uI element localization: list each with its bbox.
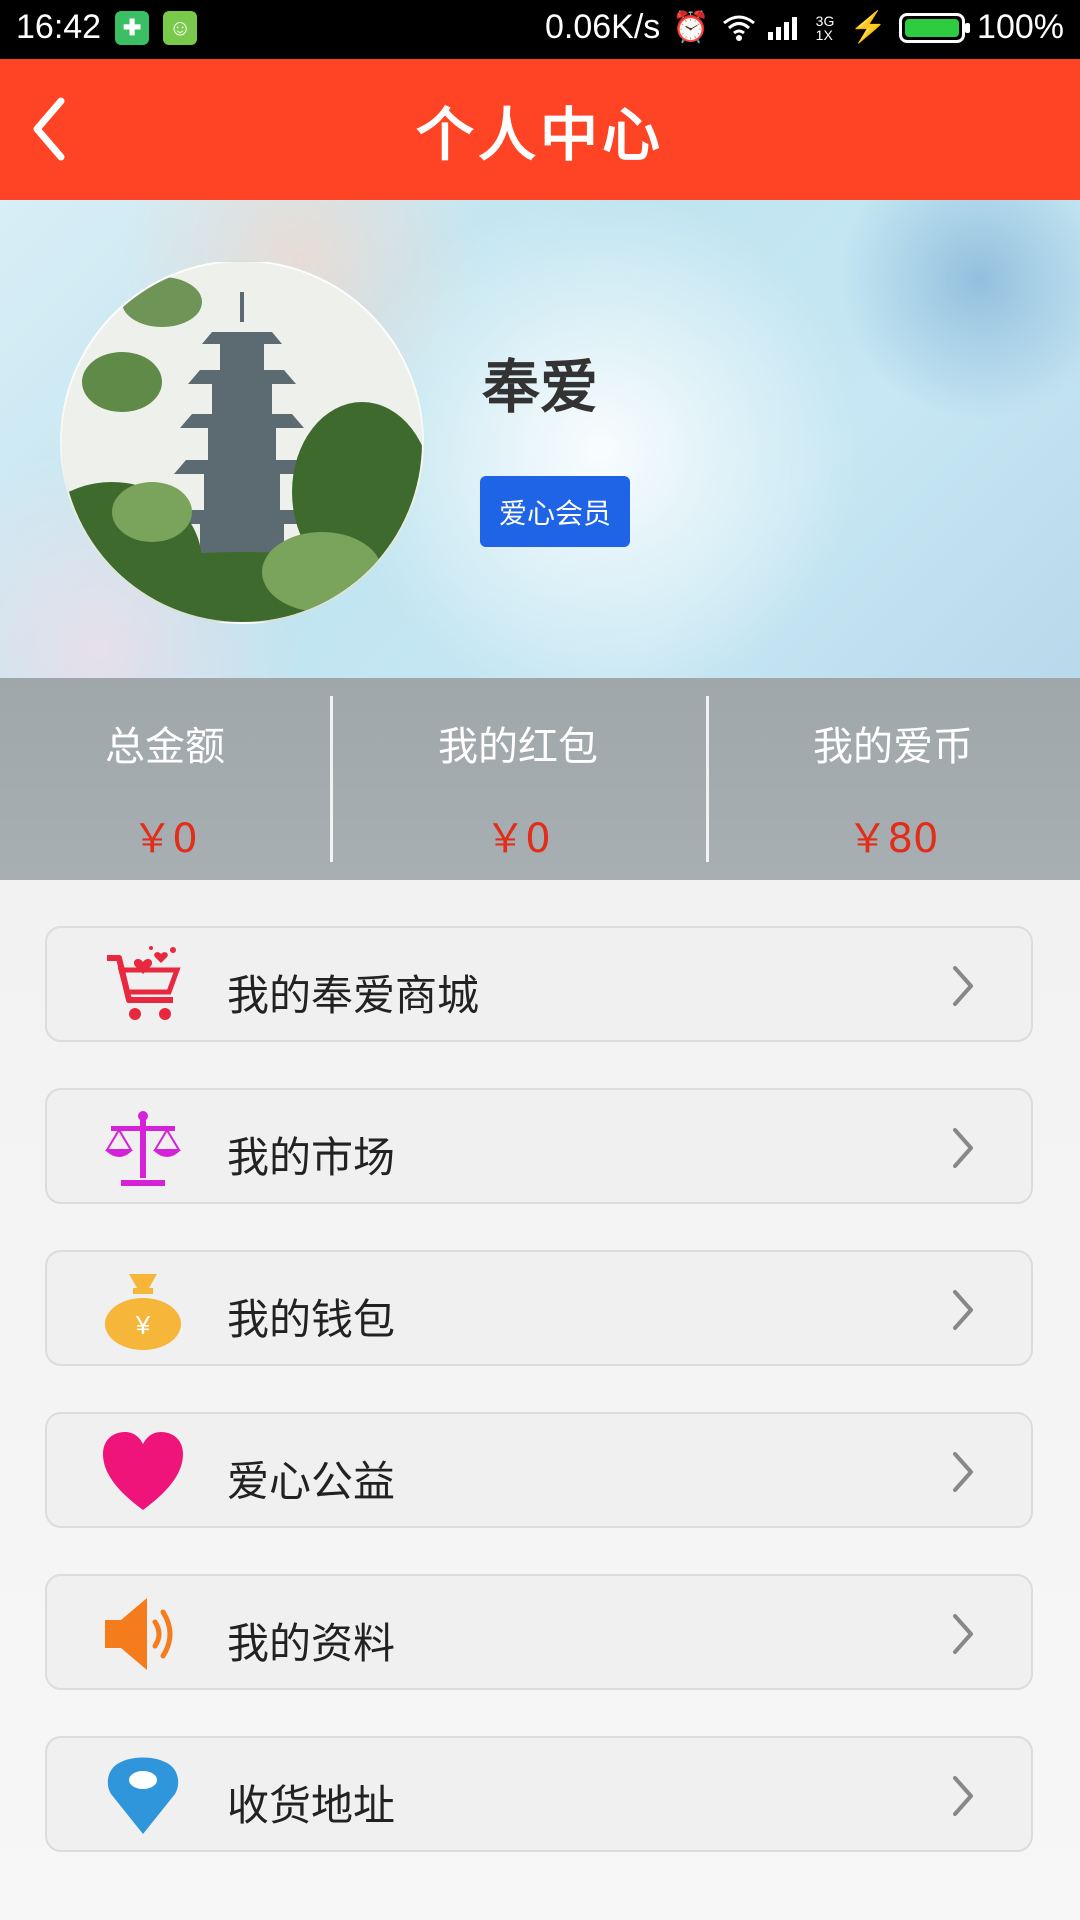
member-badge[interactable]: 爱心会员 [480, 476, 630, 547]
battery-level: 100% [977, 8, 1064, 46]
stats-bar: 总金额 ￥0 我的红包 ￥0 我的爱币 ￥80 [0, 678, 1080, 880]
chevron-left-icon [33, 97, 65, 161]
menu-list: 我的奉爱商城 我的市场 ¥ 我的钱包 爱心公益 我的资料 收货地址 [0, 880, 1080, 1920]
menu-item-profile[interactable]: 我的资料 [45, 1574, 1033, 1690]
chevron-right-icon [953, 1776, 973, 1816]
status-right: 0.06K/s ⏰ 3G 1X ⚡ 100% [545, 8, 1064, 47]
avatar-image [62, 262, 422, 622]
stat-value: ￥80 [847, 816, 939, 862]
battery-icon [899, 12, 971, 43]
chevron-right-icon [953, 1290, 973, 1330]
menu-label: 收货地址 [227, 1781, 396, 1830]
stat-label: 我的红包 [438, 724, 598, 770]
shield-icon: ✚ [115, 10, 150, 45]
alarm-icon: ⏰ [672, 11, 710, 44]
scale-icon [105, 1111, 181, 1186]
svg-text:¥: ¥ [135, 1310, 151, 1340]
back-button[interactable] [14, 89, 84, 169]
stat-value: ￥0 [485, 816, 551, 862]
menu-item-market[interactable]: 我的市场 [45, 1088, 1033, 1204]
charging-icon: ⚡ [849, 11, 888, 44]
menu-item-charity[interactable]: 爱心公益 [45, 1412, 1033, 1528]
stat-divider [330, 696, 333, 862]
network-speed: 0.06K/s [545, 8, 661, 46]
menu-label: 爱心公益 [227, 1457, 396, 1506]
status-bar: 16:42 ✚ ☺ 0.06K/s ⏰ 3G 1X ⚡ 100% [0, 0, 1080, 59]
android-icon: ☺ [163, 10, 198, 45]
shopping-cart-icon [107, 946, 181, 1020]
menu-label: 我的市场 [227, 1133, 396, 1182]
stat-total-amount[interactable]: 总金额 ￥0 [0, 678, 330, 880]
app-header: 个人中心 [0, 59, 1080, 200]
status-time: 16:42 [16, 8, 102, 46]
chevron-right-icon [953, 966, 973, 1006]
stat-red-packet[interactable]: 我的红包 ￥0 [330, 678, 706, 880]
heart-icon [103, 1432, 183, 1510]
menu-label: 我的奉爱商城 [227, 971, 480, 1020]
stat-label: 我的爱币 [813, 724, 973, 770]
cell-signal-icon [767, 16, 797, 40]
stat-value: ￥0 [132, 816, 198, 862]
menu-label: 我的钱包 [227, 1295, 396, 1344]
menu-item-wallet[interactable]: ¥ 我的钱包 [45, 1250, 1033, 1366]
stat-label: 总金额 [105, 724, 225, 770]
stat-divider [706, 696, 709, 862]
network-type: 3G 1X [815, 12, 835, 43]
menu-item-address[interactable]: 收货地址 [45, 1736, 1033, 1852]
menu-item-mall[interactable]: 我的奉爱商城 [45, 926, 1033, 1042]
speaker-icon [105, 1598, 173, 1670]
menu-label: 我的资料 [227, 1619, 396, 1668]
wifi-icon [722, 15, 755, 41]
profile-banner: 奉爱 爱心会员 [0, 200, 1080, 678]
page-title: 个人中心 [415, 100, 664, 169]
chevron-right-icon [953, 1128, 973, 1168]
avatar[interactable] [60, 260, 424, 624]
location-pin-icon [107, 1757, 179, 1834]
user-name: 奉爱 [482, 353, 599, 421]
chevron-right-icon [953, 1452, 973, 1492]
money-bag-icon: ¥ [105, 1274, 181, 1350]
stat-love-coin[interactable]: 我的爱币 ￥80 [706, 678, 1080, 880]
status-left: 16:42 ✚ ☺ [16, 8, 198, 47]
chevron-right-icon [953, 1614, 973, 1654]
